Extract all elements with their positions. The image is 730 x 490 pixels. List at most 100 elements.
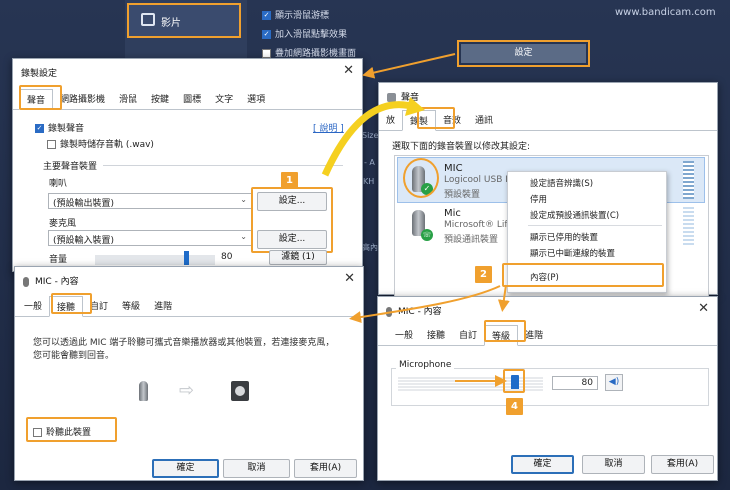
bg-option-cursor[interactable]: ✓ 顯示滑鼠游標: [262, 8, 329, 21]
checkbox-icon: ✓: [262, 11, 271, 20]
level-meter: [683, 207, 694, 247]
tab-communications[interactable]: 通訊: [468, 110, 500, 130]
checkbox-icon: ✓: [35, 124, 44, 133]
step-badge-4: 4: [506, 398, 523, 415]
chevron-down-icon: ⌄: [240, 195, 247, 204]
tab-bar: 聲音 網路攝影機 滑鼠 按鍵 圖標 文字 選項: [13, 89, 362, 110]
device-name: MIC: [444, 163, 463, 174]
levels-tab-highlight: [484, 320, 526, 342]
volume-slider-thumb[interactable]: [184, 251, 189, 265]
listen-description: 您可能會聽到回音。: [33, 351, 115, 361]
tab-playback[interactable]: 放: [379, 110, 402, 130]
step-badge-2: 2: [475, 266, 492, 283]
group-title: 主要聲音裝置: [43, 162, 98, 172]
speaker-icon: [387, 93, 396, 102]
tab-listen[interactable]: 接聽: [420, 325, 452, 345]
listen-checkbox-highlight: [26, 417, 117, 442]
tab-text[interactable]: 文字: [208, 89, 240, 109]
window-titlebar: 聲音: [379, 83, 717, 107]
close-icon[interactable]: ✕: [343, 63, 354, 78]
cancel-button[interactable]: 取消: [582, 455, 645, 474]
video-icon: [141, 13, 155, 26]
device-sub: Microsoft® Lif: [444, 220, 508, 230]
mic-label: 麥克風: [49, 219, 77, 229]
level-meter: [683, 161, 694, 199]
device-status: 預設裝置: [444, 190, 481, 200]
selected-device-highlight: [403, 158, 439, 198]
level-thumb-highlight: [503, 369, 525, 393]
settings-buttons-highlight: [251, 187, 333, 253]
microphone-icon: [386, 306, 392, 317]
recording-tab-highlight: [417, 107, 455, 129]
tab-options[interactable]: 選項: [240, 89, 272, 109]
tab-custom[interactable]: 自訂: [452, 325, 484, 345]
tab-general[interactable]: 一般: [17, 296, 49, 316]
arrow-right-icon: ⇨: [179, 380, 195, 401]
chevron-down-icon: ⌄: [240, 232, 247, 241]
bg-partial-label: 高內: [362, 243, 378, 252]
window-titlebar: 錄製設定 ✕: [13, 59, 362, 83]
checkbox-icon: [262, 49, 271, 58]
bg-partial-label: KH: [363, 177, 375, 186]
audio-tab-highlight: [19, 85, 62, 110]
apply-button[interactable]: 套用(A): [294, 459, 357, 478]
tab-logo[interactable]: 圖標: [176, 89, 208, 109]
speaker-label: 喇叭: [49, 179, 68, 189]
speaker-select[interactable]: (預設輸出裝置) ⌄: [48, 193, 252, 209]
tab-mouse[interactable]: 滑鼠: [112, 89, 144, 109]
cancel-button[interactable]: 取消: [223, 459, 290, 478]
menu-item-show-disabled[interactable]: 顯示已停用的裝置: [530, 231, 598, 243]
window-titlebar: MIC - 內容 ✕: [15, 267, 363, 291]
listen-description: 您可以透過此 MIC 端子聆聽可攜式音樂播放器或其他裝置，若連接麥克風，: [33, 338, 335, 348]
microphone-icon: [23, 276, 29, 287]
tab-advanced[interactable]: 進階: [147, 296, 179, 316]
volume-slider-track[interactable]: [95, 255, 215, 265]
filter-button[interactable]: 濾鏡 (1): [269, 250, 327, 265]
window-title: 聲音: [401, 93, 420, 103]
levels-group-label: Microphone: [396, 360, 455, 370]
tab-keys[interactable]: 按鍵: [144, 89, 176, 109]
checkbox-icon: [47, 140, 56, 149]
level-value-box[interactable]: 80: [552, 376, 598, 390]
checkbox-icon: ✓: [262, 30, 271, 39]
bg-option-click[interactable]: ✓ 加入滑鼠點擊效果: [262, 27, 347, 40]
volume-label: 音量: [49, 255, 68, 265]
apply-button[interactable]: 套用(A): [651, 455, 714, 474]
device-status: 預設通訊裝置: [444, 235, 499, 245]
menu-item-show-disconnected[interactable]: 顯示已中斷連線的裝置: [530, 247, 615, 259]
record-audio-checkbox[interactable]: ✓ 錄製聲音: [35, 121, 84, 134]
save-wav-checkbox[interactable]: 錄製時儲存音軌 (.wav): [47, 137, 154, 150]
window-titlebar: MIC - 內容 ✕: [378, 297, 717, 321]
ok-button[interactable]: 確定: [511, 455, 574, 474]
menu-item-set-default-comm[interactable]: 設定成預設通訊裝置(C): [530, 209, 619, 221]
watermark: www.bandicam.com: [615, 7, 716, 18]
mic-select[interactable]: (預設輸入裝置) ⌄: [48, 230, 252, 246]
tab-general[interactable]: 一般: [388, 325, 420, 345]
menu-separator: [528, 225, 662, 226]
sidebar-item-label: 影片: [161, 18, 181, 29]
close-icon[interactable]: ✕: [344, 271, 355, 286]
window-title: MIC - 內容: [35, 277, 79, 287]
step-badge-1: 1: [281, 172, 298, 189]
sidebar-item-video[interactable]: 影片: [127, 3, 241, 38]
close-icon[interactable]: ✕: [698, 301, 709, 316]
device-name: Mic: [444, 208, 461, 219]
speaker-icon: [231, 381, 249, 401]
menu-item-speech-recognition[interactable]: 設定語音辨識(S): [530, 177, 593, 189]
bg-settings-button[interactable]: 設定: [461, 44, 586, 63]
menu-item-disable[interactable]: 停用: [530, 193, 547, 205]
tab-bar: 一般 接聽 自訂 等級 進階: [378, 325, 717, 346]
volume-value: 80: [221, 252, 233, 262]
phone-icon: ☏: [421, 229, 433, 241]
help-link[interactable]: [ 說明 ]: [313, 121, 344, 134]
microphone-icon: [139, 381, 148, 401]
record-settings-window: 錄製設定 ✕ 聲音 網路攝影機 滑鼠 按鍵 圖標 文字 選項 ✓ 錄製聲音 錄製時…: [12, 58, 363, 272]
ok-button[interactable]: 確定: [152, 459, 219, 478]
speaker-volume-icon[interactable]: ◀): [605, 374, 623, 391]
tab-levels[interactable]: 等級: [115, 296, 147, 316]
group-divider: [103, 165, 343, 166]
mic-properties-levels-window: MIC - 內容 ✕ 一般 接聽 自訂 等級 進階 Microphone 80 …: [377, 296, 718, 481]
instruction-text: 選取下面的錄音裝置以修改其設定:: [392, 142, 531, 152]
device-sub: Logicool USB I: [444, 175, 508, 185]
window-title: MIC - 內容: [398, 307, 442, 317]
